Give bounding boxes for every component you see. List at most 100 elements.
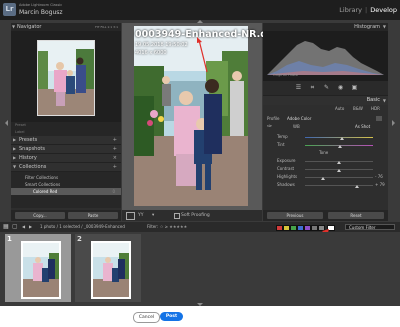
histogram-header[interactable]: Histogram ▼ xyxy=(263,23,388,31)
filmstrip-thumbnail[interactable] xyxy=(91,241,131,299)
red-label-filter[interactable] xyxy=(276,225,283,231)
slider-row: Exposure xyxy=(263,157,388,165)
auto-button[interactable]: Auto xyxy=(335,105,344,113)
collections-filter[interactable]: Filter Collections xyxy=(11,174,121,181)
right-panel-toggle-icon[interactable] xyxy=(392,120,395,126)
custom-filter-select[interactable]: Custom Filter xyxy=(345,224,395,230)
cancel-button[interactable]: Cancel xyxy=(133,312,160,323)
lightroom-window: Lr Adobe Lightroom Classic Marcin Bogusz… xyxy=(0,0,400,306)
grid-view-icon[interactable]: ▦ xyxy=(3,222,9,232)
slider-label: Highlights xyxy=(277,174,298,179)
post-button[interactable]: Post xyxy=(160,312,183,321)
red-eye-icon[interactable]: ◉ xyxy=(337,84,344,91)
navigator-zoom-options[interactable]: FIT FILL 1:1 3:1 xyxy=(95,23,118,31)
add-preset-icon[interactable]: + xyxy=(113,136,117,144)
module-library[interactable]: Library xyxy=(339,6,362,14)
next-photo-icon[interactable]: ▶ xyxy=(29,222,32,232)
slider-row: Temp xyxy=(263,133,388,141)
profile-select[interactable]: Adobe Color xyxy=(287,115,311,123)
clear-history-icon[interactable]: × xyxy=(113,154,117,162)
filmstrip-cell[interactable]: 2 xyxy=(75,234,141,302)
profile-browser-icon[interactable] xyxy=(376,116,382,121)
list-item[interactable]: Smart Collections xyxy=(11,181,121,188)
expand-triangle-icon: ▶ xyxy=(13,155,17,160)
collapse-triangle-icon: ▼ xyxy=(13,164,17,169)
filmstrip: 1 2 xyxy=(0,232,400,306)
soft-proofing-checkbox[interactable] xyxy=(174,213,180,219)
cell-number: 2 xyxy=(77,235,82,243)
history-section[interactable]: ▶ History × xyxy=(11,154,121,163)
shadows-slider[interactable] xyxy=(305,185,373,186)
add-snapshot-icon[interactable]: + xyxy=(113,145,117,153)
prev-photo-icon[interactable]: ◀ xyxy=(22,222,25,232)
add-collection-icon[interactable]: + xyxy=(113,163,117,171)
cell-number: 1 xyxy=(7,235,12,243)
previous-button[interactable]: Previous xyxy=(267,212,323,219)
shadows-value[interactable]: + 79 xyxy=(375,181,385,189)
slider-row: Tint xyxy=(263,141,388,149)
second-window-icon[interactable]: ▢ xyxy=(12,222,18,232)
left-panel-toggle-icon[interactable] xyxy=(5,120,8,126)
module-develop[interactable]: Develop xyxy=(370,6,397,14)
develop-tool-strip: ☰ ⌗ ✎ ◉ ▣ xyxy=(263,81,388,95)
slider-row: Shadows + 79 xyxy=(263,181,388,189)
crop-icon[interactable]: ⌗ xyxy=(309,84,316,91)
snapshots-section[interactable]: ▶ Snapshots + xyxy=(11,145,121,154)
reset-button[interactable]: Reset xyxy=(328,212,384,219)
eyedropper-icon[interactable]: ✑ xyxy=(267,123,272,131)
photo-info-dimensions: 4016 x 6000 xyxy=(135,50,167,56)
navigator-label: Navigator xyxy=(17,24,42,30)
history-preview-2: Label xyxy=(15,130,25,134)
thumbnail-photo xyxy=(93,243,129,297)
navigator-header[interactable]: ▼ Navigator FIT FILL 1:1 3:1 xyxy=(11,23,121,32)
temp-slider-knob[interactable] xyxy=(340,137,344,140)
tone-label: Tone xyxy=(319,150,329,155)
center-toolbar: YY ▾ Soft Proofing xyxy=(122,210,262,221)
toolbar-menu-icon[interactable]: ▾ xyxy=(152,211,154,220)
basic-header[interactable]: Basic ▼ xyxy=(263,95,388,105)
expand-triangle-icon: ▶ xyxy=(13,146,17,151)
contrast-slider-knob[interactable] xyxy=(337,169,341,172)
module-separator: | xyxy=(365,6,368,14)
tint-slider-knob[interactable] xyxy=(338,145,342,148)
bw-button[interactable]: B&W xyxy=(353,105,363,113)
loupe-view-icon[interactable] xyxy=(126,212,135,220)
original-photo-label[interactable]: Original Photo xyxy=(273,73,298,77)
green-label-filter[interactable] xyxy=(290,225,297,231)
source-info[interactable]: 1 photo / 1 selected / _0003949-Enhanced xyxy=(40,222,125,232)
masking-icon[interactable]: ▣ xyxy=(351,84,358,91)
exposure-slider-knob[interactable] xyxy=(337,161,341,164)
presets-section[interactable]: ▶ Presets + xyxy=(11,136,121,145)
filmstrip-thumbnail[interactable] xyxy=(21,241,61,299)
right-panel: Histogram ▼ Original Photo ☰ ⌗ ✎ ◉ ▣ Bas… xyxy=(263,23,388,221)
collections-list: Filter Collections Smart Collections Col… xyxy=(11,172,121,208)
user-name[interactable]: Marcin Bogusz xyxy=(19,9,63,16)
list-item[interactable]: Colored Red 0 xyxy=(11,188,121,195)
before-after-icon[interactable]: YY xyxy=(138,211,144,220)
navigator-info: Preset Label xyxy=(11,122,121,136)
collapse-triangle-icon: ▼ xyxy=(12,24,16,29)
rating-filter[interactable]: ✩ ≥ ★★★★★ xyxy=(160,222,187,232)
histogram[interactable]: Original Photo xyxy=(263,31,388,81)
highlights-value[interactable]: - 76 xyxy=(375,173,383,181)
bottom-panel-toggle-icon[interactable] xyxy=(197,303,203,306)
navigator-preview[interactable] xyxy=(11,32,121,122)
highlights-slider[interactable] xyxy=(305,177,373,178)
wb-label: WB xyxy=(293,124,300,129)
copy-button[interactable]: Copy... xyxy=(15,212,65,219)
filmstrip-cell[interactable]: 1 xyxy=(5,234,71,302)
blue-label-filter[interactable] xyxy=(297,225,304,231)
yellow-label-filter[interactable] xyxy=(283,225,290,231)
collections-section[interactable]: ▼ Collections + xyxy=(11,163,121,172)
slider-label: Tint xyxy=(277,142,285,147)
temp-slider[interactable] xyxy=(305,137,373,138)
shadows-slider-knob[interactable] xyxy=(355,185,359,188)
sliders-icon[interactable]: ☰ xyxy=(295,84,302,91)
highlights-slider-knob[interactable] xyxy=(321,177,325,180)
basic-label: Basic xyxy=(366,97,380,103)
wb-select[interactable]: As Shot xyxy=(355,123,370,131)
wb-row: ✑ WB As Shot xyxy=(263,123,388,133)
hdr-button[interactable]: HDR xyxy=(371,105,380,113)
healing-icon[interactable]: ✎ xyxy=(323,84,330,91)
paste-button[interactable]: Paste xyxy=(68,212,118,219)
